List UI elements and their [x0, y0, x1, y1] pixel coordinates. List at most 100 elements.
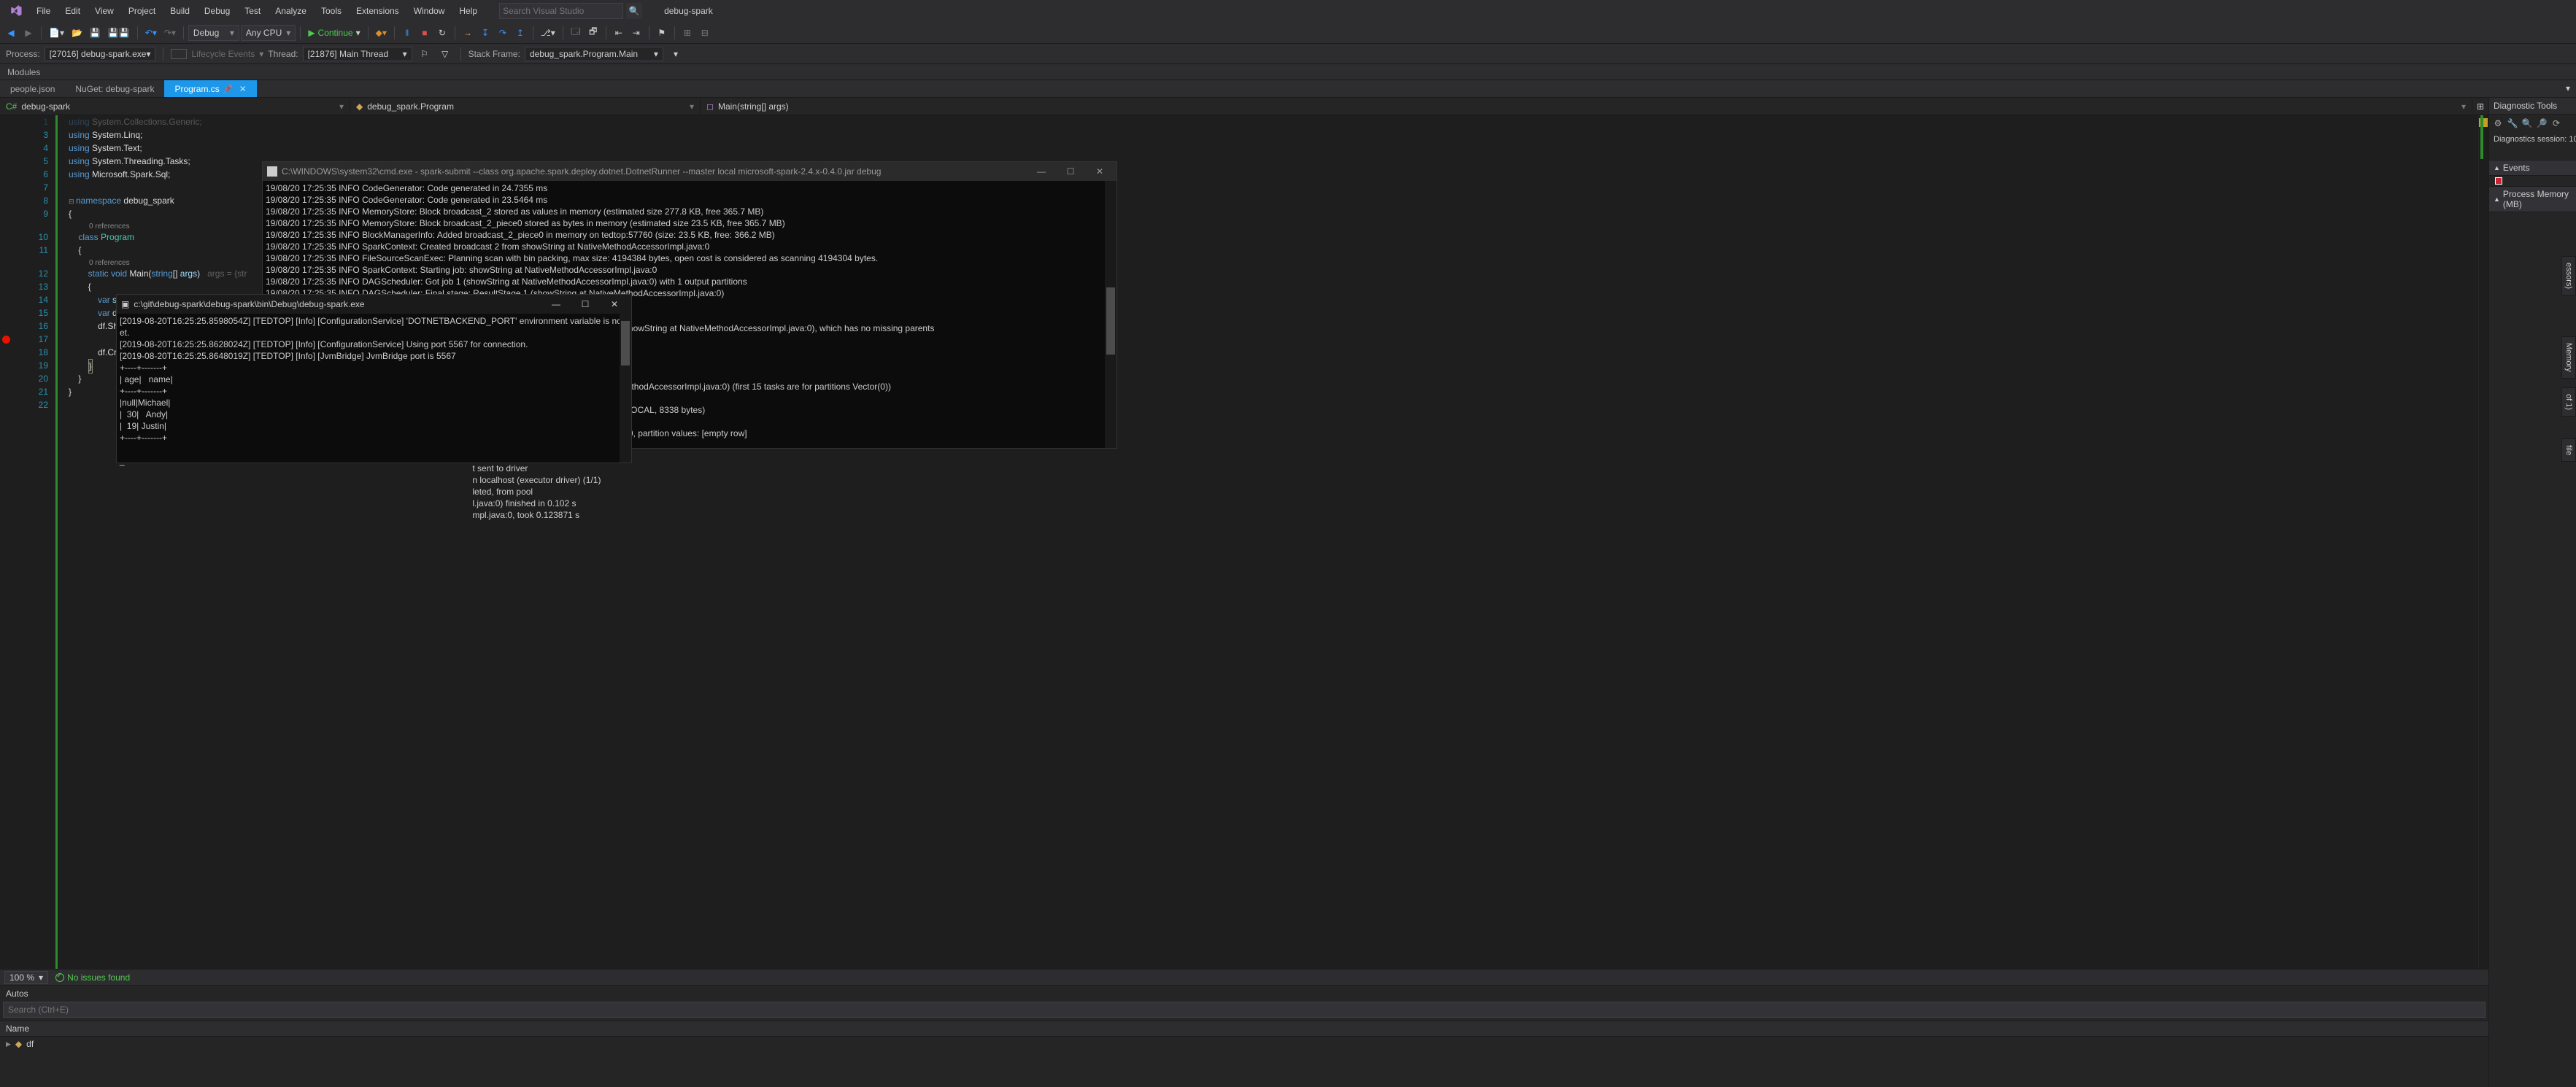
scrollbar-minimap[interactable]	[2478, 115, 2488, 969]
pin-icon[interactable]: 📌	[223, 84, 234, 94]
tab-people-json[interactable]: people.json	[0, 80, 65, 97]
nav-class-dropdown[interactable]: ◆ debug_spark.Program▾	[350, 99, 701, 114]
lifecycle-checkbox[interactable]	[171, 49, 187, 59]
stackframe-dropdown[interactable]: debug_spark.Program.Main▾	[525, 47, 663, 61]
quick-launch-input[interactable]	[503, 6, 620, 16]
close-icon[interactable]: ✕	[602, 298, 627, 310]
diag-session-label: Diagnostics session: 10 seco	[2489, 132, 2576, 147]
thread-dropdown[interactable]: [21876] Main Thread▾	[303, 47, 412, 61]
gear-icon[interactable]: ⚙	[2492, 117, 2504, 129]
menu-window[interactable]: Window	[406, 1, 452, 20]
platform-dropdown[interactable]: Any CPU▾	[241, 25, 296, 41]
scrollbar[interactable]	[1105, 181, 1117, 448]
cmd-output[interactable]: [2019-08-20T16:25:25.8598054Z] [TEDTOP] …	[117, 314, 631, 468]
uncomment-icon[interactable]: ⊟	[697, 25, 713, 41]
tabs-overflow-icon[interactable]: ▾	[2560, 80, 2576, 96]
menu-analyze[interactable]: Analyze	[268, 1, 314, 20]
vtab-file[interactable]: file	[2561, 438, 2576, 462]
config-dropdown[interactable]: Debug▾	[188, 25, 239, 41]
save-all-icon[interactable]: 💾💾	[105, 25, 133, 41]
autos-row[interactable]: ▶ ◆ df	[0, 1037, 2488, 1051]
modules-tab[interactable]: Modules	[0, 65, 47, 80]
open-icon[interactable]: 📂	[69, 25, 85, 41]
menu-edit[interactable]: Edit	[58, 1, 88, 20]
minimize-icon[interactable]: —	[1029, 166, 1054, 177]
menu-file[interactable]: File	[29, 1, 58, 20]
intellitrace-icon[interactable]: ⎇▾	[538, 25, 558, 41]
comment-icon[interactable]: ⊞	[679, 25, 695, 41]
zoom-dropdown[interactable]: 100 %▾	[4, 971, 48, 984]
save-icon[interactable]: 💾	[87, 25, 104, 41]
menu-extensions[interactable]: Extensions	[349, 1, 406, 20]
diag-memory-section[interactable]: ▲Process Memory (MB)	[2489, 186, 2576, 212]
minimize-icon[interactable]: —	[544, 298, 568, 310]
show-next-stmt-icon[interactable]: →	[460, 25, 476, 41]
line-gutter: 1 3456 789 1011 12131415 16171819 202122	[12, 115, 55, 969]
vtab-of1[interactable]: of 1)	[2561, 387, 2576, 417]
maximize-icon[interactable]: ☐	[1058, 166, 1083, 177]
tab-nuget[interactable]: NuGet: debug-spark	[65, 80, 164, 97]
class-icon: ◆	[356, 101, 363, 112]
search-icon[interactable]: 🔍	[626, 3, 642, 19]
menu-project[interactable]: Project	[121, 1, 163, 20]
step-into-icon[interactable]: ↧	[477, 25, 493, 41]
cmd-titlebar[interactable]: ▣ c:\git\debug-spark\debug-spark\bin\Deb…	[117, 295, 631, 314]
menu-build[interactable]: Build	[163, 1, 197, 20]
stop-debug-icon[interactable]: ■	[417, 25, 433, 41]
method-icon: ◻	[706, 101, 714, 112]
step-over-icon[interactable]: ↷	[495, 25, 511, 41]
nav-fwd-icon[interactable]: ▶	[20, 25, 36, 41]
new-item-icon[interactable]: 📄▾	[46, 25, 67, 41]
stackframe-dd-icon[interactable]: ▾	[668, 46, 684, 62]
reset-view-icon[interactable]: ⟳	[2550, 117, 2562, 129]
zoom-out-icon[interactable]: 🔎	[2536, 117, 2548, 129]
autos-search-input[interactable]	[3, 1002, 2486, 1018]
menu-tools[interactable]: Tools	[314, 1, 349, 20]
indent-icon[interactable]: ⇤	[611, 25, 627, 41]
autos-title: Autos	[0, 986, 2488, 1002]
undo-icon[interactable]: ↶▾	[142, 25, 160, 41]
thread-flag-icon[interactable]: ⚐	[417, 46, 433, 62]
maximize-icon[interactable]: ☐	[573, 298, 598, 310]
break-all-icon[interactable]: ‖	[399, 25, 415, 41]
close-icon[interactable]: ✕	[239, 84, 247, 94]
split-icon[interactable]: ⊞	[2472, 98, 2488, 115]
redo-icon[interactable]: ↷▾	[161, 25, 179, 41]
lifecycle-label: Lifecycle Events	[191, 49, 255, 59]
restart-icon[interactable]: ↻	[434, 25, 450, 41]
menu-test[interactable]: Test	[237, 1, 268, 20]
tab-program-cs[interactable]: Program.cs 📌 ✕	[164, 80, 256, 97]
breakpoint-icon[interactable]	[2, 336, 10, 344]
menu-help[interactable]: Help	[452, 1, 485, 20]
menu-debug[interactable]: Debug	[197, 1, 237, 20]
step-out-icon[interactable]: ↥	[512, 25, 528, 41]
cmd-title: C:\WINDOWS\system32\cmd.exe - spark-subm…	[282, 166, 881, 177]
browser-link-icon[interactable]: ◆▾	[373, 25, 390, 41]
error-indicator[interactable]: No issues found	[55, 972, 130, 983]
main-toolbar: ◀ ▶ 📄▾ 📂 💾 💾💾 ↶▾ ↷▾ Debug▾ Any CPU▾ ▶Con…	[0, 22, 2576, 44]
zoom-in-icon[interactable]: 🔍	[2521, 117, 2533, 129]
windows2-icon[interactable]: 🗗	[585, 25, 601, 41]
windows-icon[interactable]: 🗔	[568, 25, 584, 41]
continue-button[interactable]: ▶Continue▾	[305, 25, 363, 41]
diag-events-section[interactable]: ▲Events	[2489, 160, 2576, 176]
expand-icon[interactable]: ▶	[6, 1040, 11, 1048]
vtab-memory[interactable]: Memory	[2561, 336, 2576, 379]
quick-launch[interactable]	[499, 3, 623, 19]
nav-member-dropdown[interactable]: ◻ Main(string[] args)▾	[701, 99, 2472, 114]
cmd-window-app[interactable]: ▣ c:\git\debug-spark\debug-spark\bin\Deb…	[117, 295, 631, 463]
bookmark-icon[interactable]: ⚑	[654, 25, 670, 41]
vtab-processors[interactable]: essors)	[2561, 256, 2576, 295]
nav-back-icon[interactable]: ◀	[3, 25, 19, 41]
select-tools-icon[interactable]: 🔧	[2507, 117, 2518, 129]
scrollbar[interactable]	[620, 314, 631, 463]
nav-project-dropdown[interactable]: C# debug-spark▾	[0, 99, 350, 114]
thread-filter-icon[interactable]: ▽	[437, 46, 453, 62]
cmd-titlebar[interactable]: C:\WINDOWS\system32\cmd.exe - spark-subm…	[263, 162, 1117, 181]
process-dropdown[interactable]: [27016] debug-spark.exe▾	[45, 47, 156, 61]
outdent-icon[interactable]: ⇥	[628, 25, 644, 41]
autos-header-name[interactable]: Name	[0, 1021, 2488, 1037]
menu-view[interactable]: View	[88, 1, 121, 20]
document-tabs: people.json NuGet: debug-spark Program.c…	[0, 80, 2576, 98]
close-icon[interactable]: ✕	[1087, 166, 1112, 177]
